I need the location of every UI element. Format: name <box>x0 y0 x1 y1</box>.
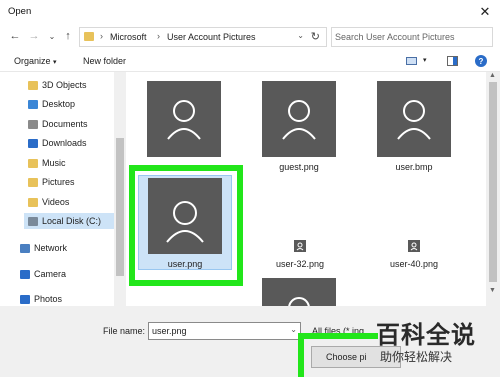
command-toolbar: Organize ▾ New folder ▾ ? <box>0 50 500 72</box>
sidebar-item-label: Network <box>34 243 68 253</box>
sidebar-item-desktop[interactable]: Desktop <box>28 96 75 112</box>
sidebar-item-network[interactable]: Network <box>20 240 67 256</box>
watermark-subtitle: 助你轻松解决 <box>380 350 453 364</box>
watermark: 百科全说 助你轻松解决 <box>372 315 500 377</box>
sidebar-item-label: Documents <box>42 119 88 129</box>
scrollbar-thumb[interactable] <box>489 82 497 282</box>
sidebar-item-label: Desktop <box>42 99 76 109</box>
watermark-title: 百科全说 <box>376 321 476 349</box>
file-thumbnail[interactable] <box>262 278 336 306</box>
file-name-guest[interactable]: guest.png <box>254 162 344 172</box>
window-title: Open <box>8 6 32 17</box>
highlight-box <box>129 165 243 286</box>
sidebar-item-3d-objects[interactable]: 3D Objects <box>28 77 87 93</box>
sidebar-item-camera[interactable]: Camera <box>20 266 66 282</box>
scroll-up-icon[interactable]: ▲ <box>489 72 496 79</box>
sidebar-item-pictures[interactable]: Pictures <box>28 174 75 190</box>
organize-button[interactable]: Organize ▾ <box>14 56 57 66</box>
desktop-icon <box>28 99 38 109</box>
pictures-icon <box>28 177 38 187</box>
file-list-scrollbar[interactable]: ▲ ▼ <box>486 72 500 306</box>
scroll-down-icon[interactable]: ▼ <box>489 287 496 294</box>
sidebar-item-local-disk[interactable]: Local Disk (C:) <box>24 213 114 229</box>
view-options-icon[interactable] <box>406 57 417 65</box>
file-thumbnail-small[interactable] <box>408 240 420 252</box>
user-avatar-icon <box>282 100 316 140</box>
chevron-down-icon[interactable]: ⌄ <box>290 325 297 334</box>
breadcrumb-separator-icon: › <box>157 31 160 41</box>
title-bar: Open ✕ <box>0 0 500 24</box>
breadcrumb-user-account-pictures[interactable]: User Account Pictures <box>167 32 256 42</box>
navigation-pane-scrollbar[interactable] <box>114 72 126 306</box>
file-thumbnail[interactable] <box>377 81 451 157</box>
sidebar-item-label: Pictures <box>42 177 75 187</box>
sidebar-item-label: Downloads <box>42 138 87 148</box>
downloads-icon <box>28 138 38 148</box>
navigation-pane: 3D Objects Desktop Documents Downloads M… <box>0 72 128 306</box>
close-icon[interactable]: ✕ <box>470 0 500 24</box>
refresh-icon[interactable]: ↻ <box>311 30 320 43</box>
back-arrow-icon[interactable]: ← <box>8 29 22 43</box>
file-thumbnail-small[interactable] <box>294 240 306 252</box>
forward-arrow-icon[interactable]: → <box>27 29 41 43</box>
address-bar[interactable]: › Microsoft › User Account Pictures ⌄ ↻ <box>79 27 327 47</box>
chevron-down-icon: ▾ <box>53 59 57 66</box>
sidebar-item-label: Local Disk (C:) <box>42 216 102 226</box>
file-thumbnail[interactable] <box>147 81 221 157</box>
user-avatar-icon <box>397 100 431 140</box>
videos-icon <box>28 197 38 207</box>
file-name-field[interactable]: user.png ⌄ <box>148 322 301 340</box>
local-disk-icon <box>28 216 38 226</box>
music-icon <box>28 158 38 168</box>
folder-icon <box>84 32 94 41</box>
scrollbar-thumb[interactable] <box>116 138 124 276</box>
navigation-bar: ← → ⌄ ↑ › Microsoft › User Account Pictu… <box>0 24 500 50</box>
documents-icon <box>28 119 38 129</box>
user-avatar-icon <box>296 242 304 251</box>
breadcrumb-microsoft[interactable]: Microsoft <box>110 32 147 42</box>
user-avatar-icon <box>288 297 310 306</box>
sidebar-item-videos[interactable]: Videos <box>28 194 69 210</box>
sidebar-item-label: Videos <box>42 197 70 207</box>
network-icon <box>20 243 30 253</box>
sidebar-item-documents[interactable]: Documents <box>28 116 88 132</box>
sidebar-item-music[interactable]: Music <box>28 155 66 171</box>
help-icon[interactable]: ? <box>475 55 487 67</box>
file-thumbnail[interactable] <box>262 81 336 157</box>
sidebar-item-photos[interactable]: Photos <box>20 291 62 306</box>
new-folder-button[interactable]: New folder <box>83 56 126 66</box>
file-name-user-bmp[interactable]: user.bmp <box>369 162 459 172</box>
preview-pane-icon[interactable] <box>447 56 458 66</box>
sidebar-item-label: Music <box>42 158 66 168</box>
3d-objects-icon <box>28 80 38 90</box>
photos-icon <box>20 294 30 304</box>
file-name-user-40[interactable]: user-40.png <box>369 259 459 269</box>
sidebar-item-label: Photos <box>34 294 63 304</box>
sidebar-item-label: Camera <box>34 269 67 279</box>
search-input[interactable]: Search User Account Pictures <box>331 27 493 47</box>
file-name-user-32[interactable]: user-32.png <box>255 259 345 269</box>
camera-icon <box>20 269 30 279</box>
highlight-box <box>298 333 378 377</box>
recent-locations-icon[interactable]: ⌄ <box>45 29 59 43</box>
organize-label: Organize <box>14 56 51 66</box>
up-arrow-icon[interactable]: ↑ <box>61 29 75 43</box>
chevron-down-icon[interactable]: ▾ <box>423 56 427 64</box>
search-placeholder: Search User Account Pictures <box>335 32 455 42</box>
file-name-value: user.png <box>152 326 187 336</box>
user-avatar-icon <box>410 242 418 251</box>
sidebar-item-downloads[interactable]: Downloads <box>28 135 87 151</box>
breadcrumb-separator-icon: › <box>100 31 103 41</box>
sidebar-item-label: 3D Objects <box>42 80 87 90</box>
user-avatar-icon <box>167 100 201 140</box>
file-name-label: File name: <box>103 326 146 336</box>
chevron-down-icon[interactable]: ⌄ <box>297 31 304 40</box>
